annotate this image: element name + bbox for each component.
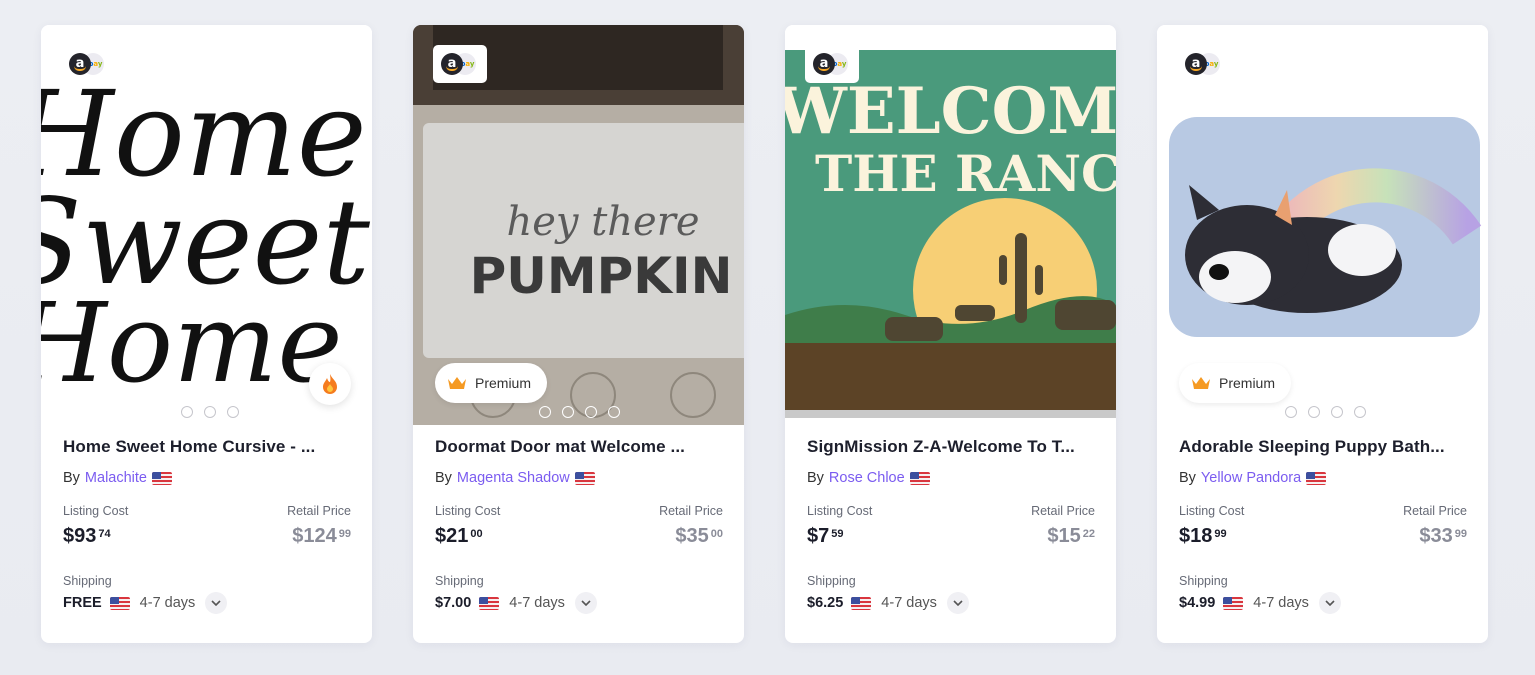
product-card[interactable]: ebay a Premium Adorable Sleeping Puppy B…: [1157, 25, 1488, 643]
shipping-days: 4-7 days: [139, 595, 196, 611]
seller-link[interactable]: Malachite: [85, 470, 147, 486]
product-image[interactable]: WELCOME THE RANC: [785, 25, 1116, 425]
image-carousel-dots: [539, 406, 620, 418]
marketplace-badge: ebay a: [61, 45, 115, 83]
shipping-label: Shipping: [807, 574, 856, 588]
listing-cost-label: Listing Cost: [435, 504, 501, 518]
carousel-dot[interactable]: [562, 406, 574, 418]
listing-cost-value: $7 59: [807, 525, 844, 547]
shipping-days: 4-7 days: [881, 595, 937, 611]
us-flag-icon: [574, 471, 595, 485]
image-carousel-dots: [181, 406, 239, 418]
retail-price-value: $124 99: [292, 525, 351, 547]
shipping-expand-button[interactable]: [205, 592, 228, 614]
carousel-dot[interactable]: [608, 406, 620, 418]
product-card[interactable]: WELCOME THE RANC ebay a SignMission Z-A-…: [785, 25, 1116, 643]
us-flag-icon: [109, 596, 130, 610]
product-card[interactable]: Home Sweet Home ebay a Home Sweet H: [41, 25, 372, 643]
us-flag-icon: [151, 471, 172, 485]
seller-link[interactable]: Magenta Shadow: [457, 470, 570, 486]
image-text-line: hey there: [506, 199, 699, 245]
product-title[interactable]: Doormat Door mat Welcome ...: [435, 435, 723, 459]
retail-price-label: Retail Price: [1403, 504, 1467, 518]
retail-price-label: Retail Price: [1031, 504, 1095, 518]
product-title[interactable]: Home Sweet Home Cursive - ...: [63, 435, 351, 459]
by-label: By: [435, 470, 452, 486]
shipping-label: Shipping: [435, 574, 484, 588]
amazon-ebay-icon: ebay a: [441, 52, 479, 76]
seller-link[interactable]: Rose Chloe: [829, 470, 905, 486]
chevron-down-icon: [953, 600, 963, 606]
shipping-label: Shipping: [63, 574, 112, 588]
chevron-down-icon: [581, 600, 591, 606]
shipping-expand-button[interactable]: [1318, 592, 1341, 614]
image-carousel-dots: [1285, 406, 1366, 418]
listing-cost-label: Listing Cost: [1179, 504, 1245, 518]
seller-link[interactable]: Yellow Pandora: [1201, 470, 1301, 486]
us-flag-icon: [1223, 596, 1244, 610]
premium-badge: Premium: [1179, 363, 1292, 403]
retail-price-value: $35 00: [675, 525, 723, 547]
carousel-dot[interactable]: [204, 406, 216, 418]
us-flag-icon: [479, 596, 500, 610]
by-label: By: [807, 470, 824, 486]
image-text-line: THE RANC: [815, 144, 1116, 203]
chevron-down-icon: [1325, 600, 1335, 606]
marketplace-badge: ebay a: [805, 45, 859, 83]
product-title[interactable]: SignMission Z-A-Welcome To T...: [807, 435, 1095, 459]
carousel-dot[interactable]: [1331, 406, 1343, 418]
product-grid: Home Sweet Home ebay a Home Sweet H: [41, 25, 1488, 643]
carousel-dot[interactable]: [181, 406, 193, 418]
shipping-cost: $6.25: [807, 595, 844, 611]
image-text-line: PUMPKIN: [470, 247, 733, 305]
fire-icon: [323, 374, 337, 394]
retail-price-label: Retail Price: [287, 504, 351, 518]
us-flag-icon: [1306, 471, 1327, 485]
listing-cost-label: Listing Cost: [63, 504, 129, 518]
listing-cost-value: $93 74: [63, 525, 111, 547]
carousel-dot[interactable]: [1285, 406, 1297, 418]
amazon-ebay-icon: ebay a: [813, 52, 851, 76]
crown-icon: [448, 377, 466, 389]
shipping-days: 4-7 days: [509, 595, 565, 611]
listing-cost-label: Listing Cost: [807, 504, 873, 518]
amazon-ebay-icon: ebay a: [1185, 52, 1223, 76]
shipping-expand-button[interactable]: [946, 592, 969, 614]
product-card[interactable]: hey there PUMPKIN ebay a Premium Doormat…: [413, 25, 744, 643]
listing-cost-value: $21 00: [435, 525, 483, 547]
retail-price-value: $15 22: [1047, 525, 1095, 547]
chevron-down-icon: [211, 600, 221, 606]
listing-cost-value: $18 99: [1179, 525, 1227, 547]
us-flag-icon: [909, 471, 930, 485]
by-label: By: [63, 470, 80, 486]
image-text-line: WELCOME: [785, 74, 1116, 149]
shipping-days: 4-7 days: [1253, 595, 1309, 611]
by-label: By: [1179, 470, 1196, 486]
image-text-line: Home: [41, 279, 343, 407]
retail-price-value: $33 99: [1419, 525, 1467, 547]
retail-price-label: Retail Price: [659, 504, 723, 518]
carousel-dot[interactable]: [539, 406, 551, 418]
premium-label: Premium: [475, 375, 532, 391]
crown-icon: [1192, 377, 1210, 389]
marketplace-badge: ebay a: [1177, 45, 1231, 83]
us-flag-icon: [851, 596, 872, 610]
amazon-ebay-icon: ebay a: [69, 52, 107, 76]
shipping-label: Shipping: [1179, 574, 1228, 588]
carousel-dot[interactable]: [1354, 406, 1366, 418]
carousel-dot[interactable]: [585, 406, 597, 418]
shipping-cost: $7.00: [435, 595, 472, 611]
premium-badge: Premium: [435, 363, 548, 403]
product-title[interactable]: Adorable Sleeping Puppy Bath...: [1179, 435, 1467, 459]
marketplace-badge: ebay a: [433, 45, 487, 83]
carousel-dot[interactable]: [1308, 406, 1320, 418]
shipping-expand-button[interactable]: [574, 592, 597, 614]
carousel-dot[interactable]: [227, 406, 239, 418]
shipping-cost: FREE: [63, 595, 102, 611]
shipping-cost: $4.99: [1179, 595, 1216, 611]
hot-badge[interactable]: [309, 363, 351, 405]
premium-label: Premium: [1219, 375, 1276, 391]
